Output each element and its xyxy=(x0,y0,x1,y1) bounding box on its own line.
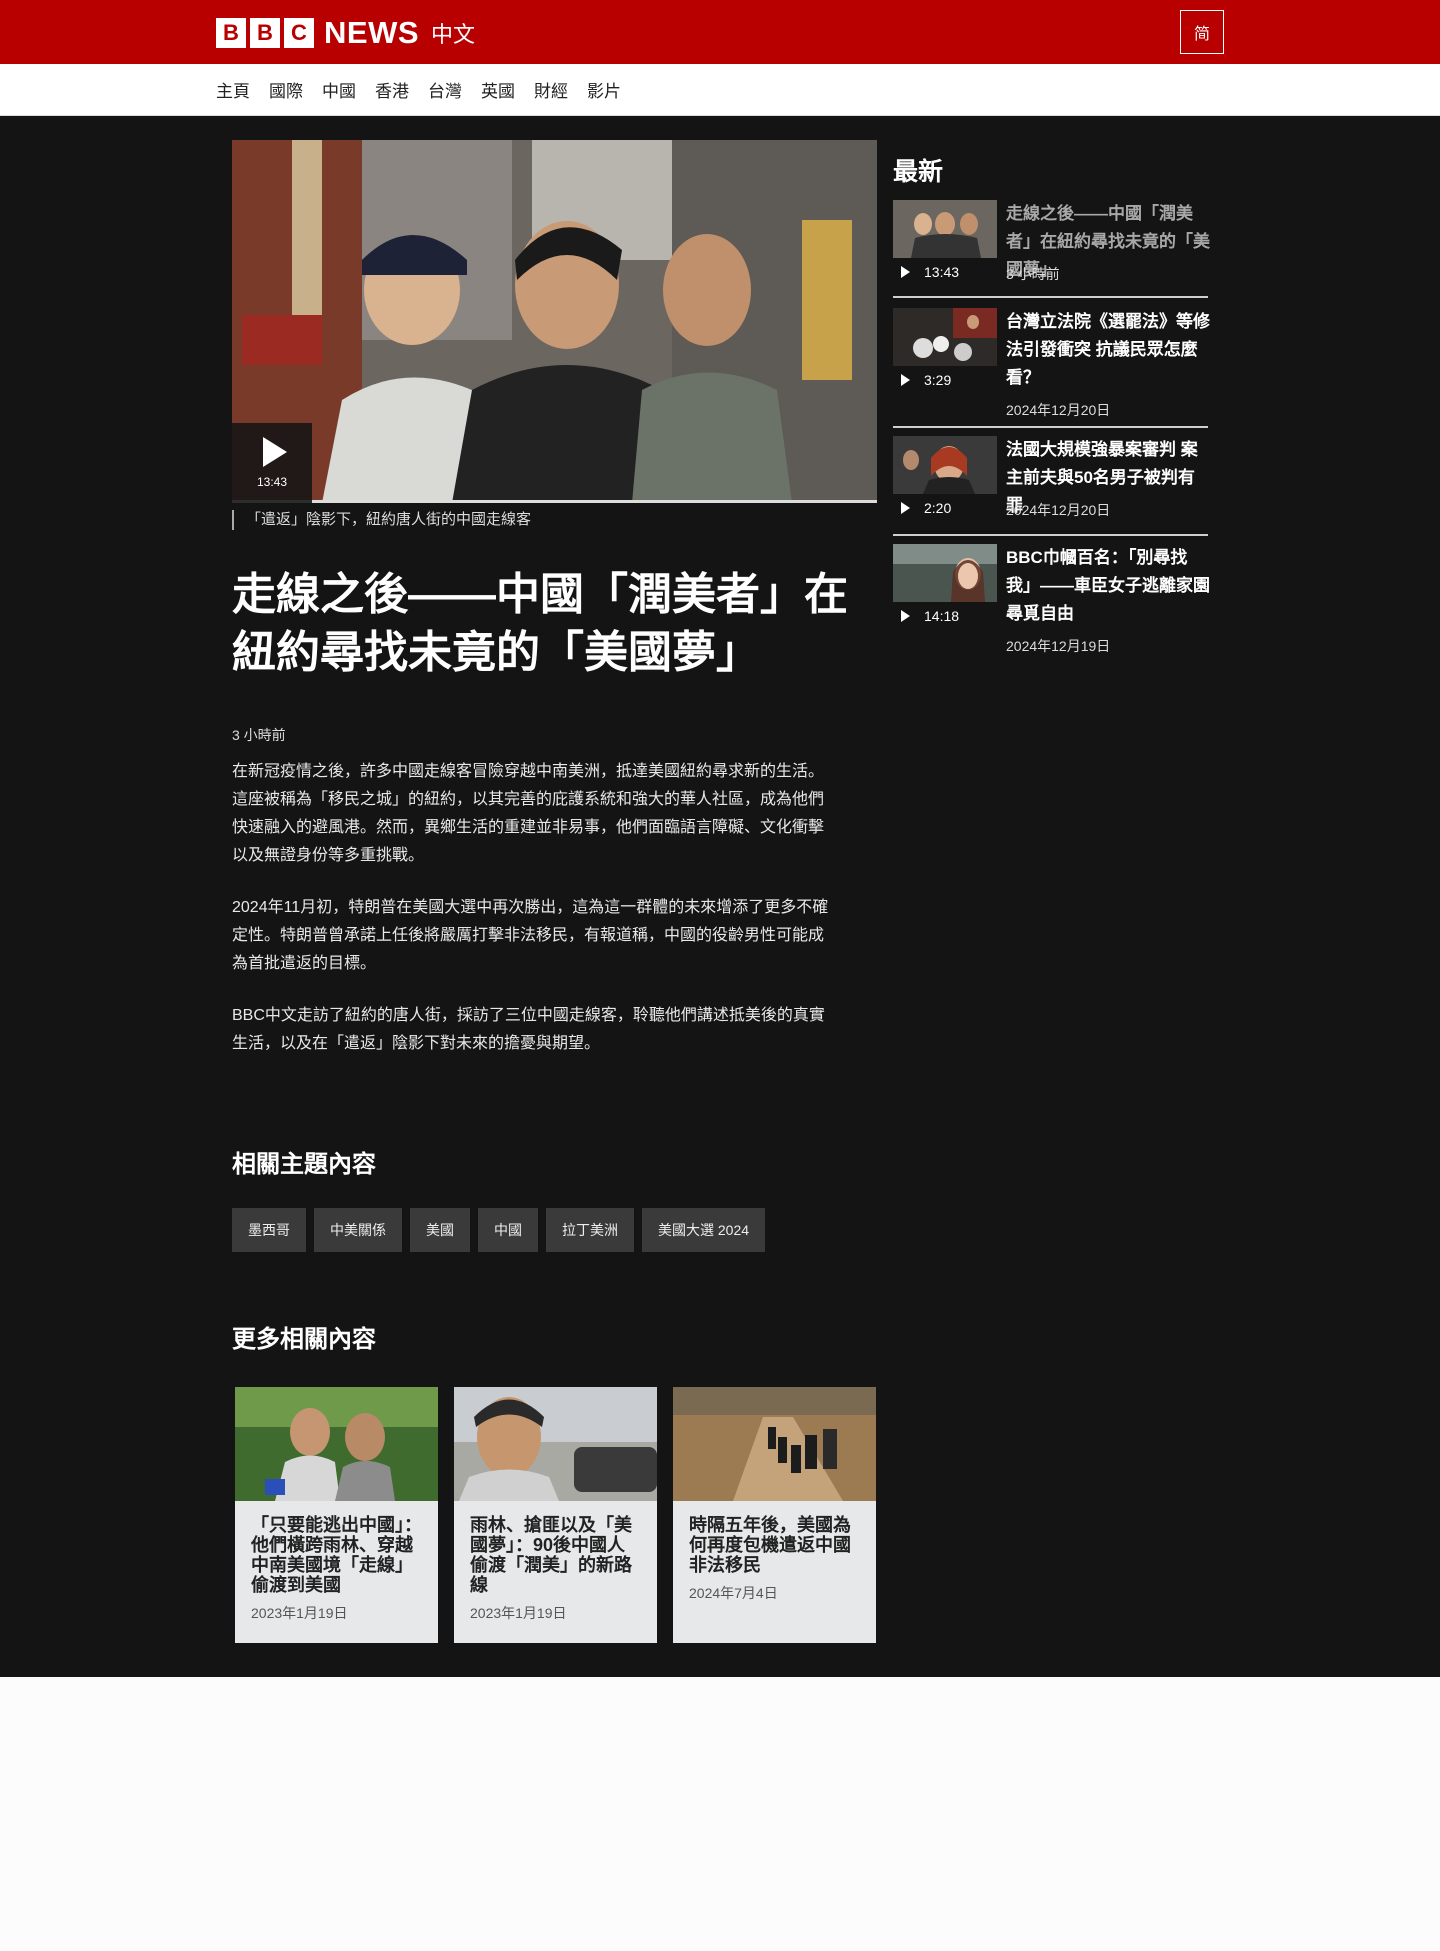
related-topics-tags: 墨西哥 中美關係 美國 中國 拉丁美洲 美國大選 2024 xyxy=(232,1208,766,1252)
article-paragraph: 2024年11月初，特朗普在美國大選中再次勝出，這為這一群體的未來增添了更多不確… xyxy=(232,899,829,972)
more-related-heading: 更多相關內容 xyxy=(232,1326,376,1353)
topic-tag[interactable]: 中國 xyxy=(478,1208,538,1252)
play-button[interactable]: 13:43 xyxy=(232,423,312,503)
latest-thumbnail xyxy=(893,544,997,602)
story-date: 2023年1月19日 xyxy=(251,1605,348,1621)
related-topics-heading: 相關主題內容 xyxy=(232,1151,376,1178)
nav-item-china[interactable]: 中國 xyxy=(322,77,356,102)
latest-date: 2024年12月20日 xyxy=(1006,402,1111,418)
nav-item-uk[interactable]: 英國 xyxy=(481,77,515,102)
story-date: 2023年1月19日 xyxy=(470,1605,567,1621)
related-story-card[interactable]: 「只要能逃出中國」：他們橫跨雨林、穿越中南美國境「走線」偷渡到美國 2023年1… xyxy=(235,1387,438,1643)
latest-video-meta: 3:29 xyxy=(893,372,997,388)
nav-item-international[interactable]: 國際 xyxy=(269,77,303,102)
article-headline: 走線之後——中國「潤美者」在紐約尋找未竟的「美國夢」 xyxy=(232,570,848,677)
article-paragraph: BBC中文走訪了紐約的唐人街，採訪了三位中國走線客，聆聽他們講述抵美後的真實生活… xyxy=(232,1007,825,1052)
logo-news-text: NEWS xyxy=(324,15,419,50)
latest-duration: 3:29 xyxy=(924,372,952,388)
story-thumbnail xyxy=(673,1387,876,1501)
play-icon xyxy=(901,266,910,278)
latest-date: 3 小時前 xyxy=(1006,266,1060,282)
topic-tag[interactable]: 美國 xyxy=(410,1208,470,1252)
latest-video-meta: 2:20 xyxy=(893,500,997,516)
hero-video-thumbnail xyxy=(232,140,877,503)
logo-letter-b2: B xyxy=(250,18,280,48)
latest-item[interactable]: 2:20 法國大規模強暴案審判 案主前夫與50名男子被判有罪 2024年12月2… xyxy=(893,436,1208,536)
latest-duration: 13:43 xyxy=(924,264,960,280)
story-date: 2024年7月4日 xyxy=(689,1585,778,1601)
related-story-card[interactable]: 時隔五年後，美國為何再度包機遣返中國非法移民 2024年7月4日 xyxy=(673,1387,876,1643)
video-caption: 「遣返」陰影下，紐約唐人街的中國走線客 xyxy=(232,510,531,530)
logo-letter-b1: B xyxy=(216,18,246,48)
story-title: 時隔五年後，美國為何再度包機遣返中國非法移民 xyxy=(689,1515,851,1575)
logo-chinese-text: 中文 xyxy=(431,22,476,47)
more-related-cards: 「只要能逃出中國」：他們橫跨雨林、穿越中南美國境「走線」偷渡到美國 2023年1… xyxy=(235,1387,876,1643)
latest-thumbnail xyxy=(893,436,997,494)
nav-item-finance[interactable]: 財經 xyxy=(534,77,568,102)
topic-tag[interactable]: 中美關係 xyxy=(314,1208,402,1252)
latest-duration: 2:20 xyxy=(924,500,952,516)
latest-date: 2024年12月19日 xyxy=(1006,638,1111,654)
bbc-news-logo[interactable]: B B C NEWS 中文 xyxy=(216,15,475,51)
video-duration: 13:43 xyxy=(256,475,288,489)
topic-tag[interactable]: 拉丁美洲 xyxy=(546,1208,634,1252)
latest-title: 台灣立法院《選罷法》等修法引發衝突 抗議民眾怎麼看？ xyxy=(1006,312,1210,387)
topic-tag[interactable]: 美國大選 2024 xyxy=(642,1208,766,1252)
nav-item-home[interactable]: 主頁 xyxy=(216,77,250,102)
story-title: 「只要能逃出中國」：他們橫跨雨林、穿越中南美國境「走線」偷渡到美國 xyxy=(251,1515,422,1595)
latest-duration: 14:18 xyxy=(924,608,960,624)
page-footer-blank xyxy=(0,1677,1440,1951)
divider xyxy=(893,534,1208,536)
topic-tag[interactable]: 墨西哥 xyxy=(232,1208,306,1252)
play-icon xyxy=(901,610,910,622)
latest-title: BBC巾幗百名：「別尋找我」——車臣女子逃離家園尋覓自由 xyxy=(1006,548,1210,623)
logo-letter-c: C xyxy=(284,18,314,48)
hero-video-player[interactable]: 13:43 xyxy=(232,140,877,503)
top-header: B B C NEWS 中文 简 xyxy=(0,0,1440,64)
simplified-chinese-toggle-button[interactable]: 简 xyxy=(1180,10,1224,54)
nav-item-hongkong[interactable]: 香港 xyxy=(375,77,409,102)
nav-item-video[interactable]: 影片 xyxy=(587,77,621,102)
article-paragraph: 在新冠疫情之後，許多中國走線客冒險穿越中南美洲，抵達美國紐約尋求新的生活。這座被… xyxy=(232,763,825,864)
related-story-card[interactable]: 雨林、搶匪以及「美國夢」：90後中國人偷渡「潤美」的新路線 2023年1月19日 xyxy=(454,1387,657,1643)
divider xyxy=(893,296,1208,298)
latest-item[interactable]: 14:18 BBC巾幗百名：「別尋找我」——車臣女子逃離家園尋覓自由 2024年… xyxy=(893,544,1210,664)
latest-thumbnail xyxy=(893,308,997,366)
nav-item-taiwan[interactable]: 台灣 xyxy=(428,77,462,102)
latest-heading: 最新 xyxy=(893,158,944,186)
section-nav: 主頁 國際 中國 香港 台灣 英國 財經 影片 xyxy=(0,64,1440,116)
latest-item[interactable]: 3:29 台灣立法院《選罷法》等修法引發衝突 抗議民眾怎麼看？ 2024年12月… xyxy=(893,308,1210,428)
story-title: 雨林、搶匪以及「美國夢」：90後中國人偷渡「潤美」的新路線 xyxy=(470,1515,632,1595)
latest-video-meta: 13:43 xyxy=(893,264,997,280)
story-thumbnail xyxy=(235,1387,438,1501)
main-content: 13:43 「遣返」陰影下，紐約唐人街的中國走線客 走線之後——中國「潤美者」在… xyxy=(0,116,1440,1677)
play-icon xyxy=(263,437,287,467)
latest-video-meta: 14:18 xyxy=(893,608,997,624)
article-timestamp: 3 小時前 xyxy=(232,727,286,743)
story-thumbnail xyxy=(454,1387,657,1501)
play-icon xyxy=(901,502,910,514)
latest-thumbnail xyxy=(893,200,997,258)
latest-date: 2024年12月20日 xyxy=(1006,502,1111,518)
latest-item[interactable]: 13:43 走線之後——中國「潤美者」在紐約尋找未竟的「美國夢」 3 小時前 xyxy=(893,200,1210,298)
play-icon xyxy=(901,374,910,386)
divider xyxy=(893,426,1208,428)
